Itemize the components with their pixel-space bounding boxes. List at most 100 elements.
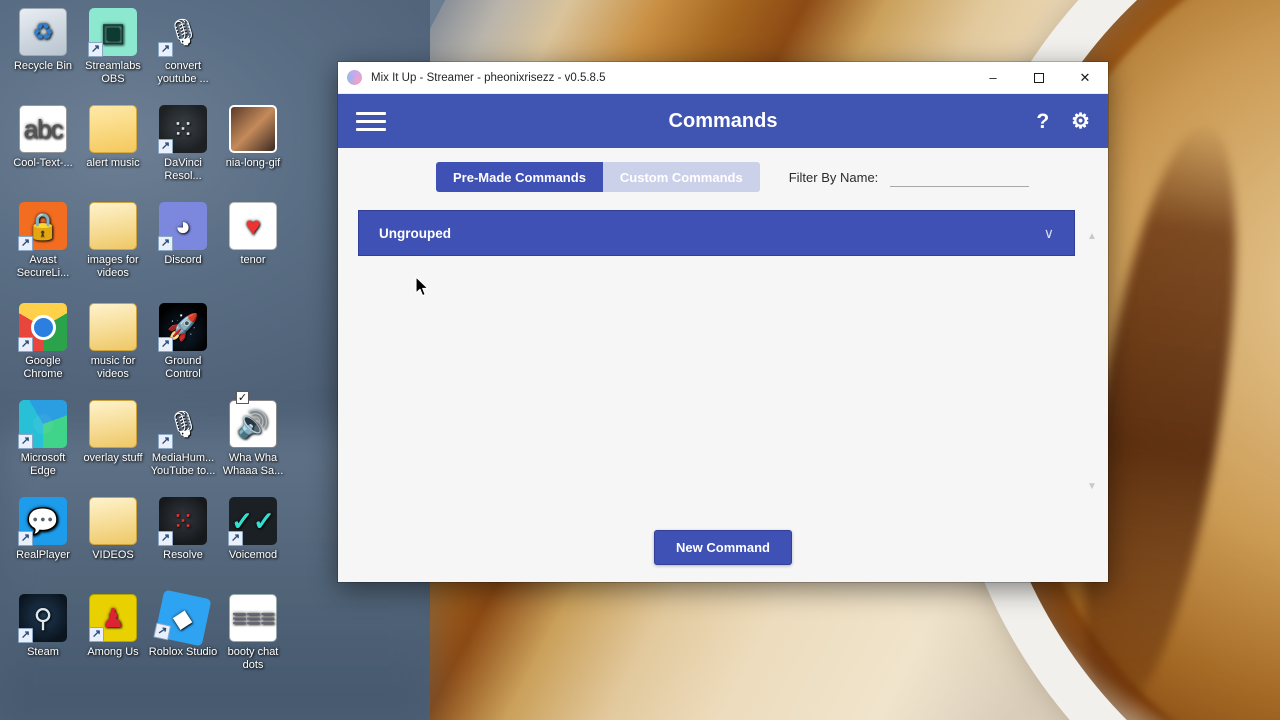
- app-header-bar: Commands ? ⚙: [338, 94, 1108, 148]
- shortcut-overlay-icon: ↗: [18, 628, 33, 643]
- header-actions: ? ⚙: [1036, 111, 1090, 132]
- gear-icon[interactable]: ⚙: [1071, 111, 1090, 132]
- desktop-icon-label: booty chat dots: [227, 646, 279, 671]
- desktop-icon-label: images for videos: [87, 254, 139, 279]
- minimize-button[interactable]: –: [970, 62, 1016, 93]
- text-document-icon: ≡≡≡: [229, 594, 277, 642]
- help-icon[interactable]: ?: [1036, 111, 1049, 132]
- shortcut-overlay-icon: ↗: [18, 434, 33, 449]
- desktop-icon-label: Wha Wha Whaaa Sa...: [222, 452, 284, 477]
- desktop-icon-label: Recycle Bin: [13, 60, 73, 72]
- hamburger-bar-1: [356, 111, 386, 115]
- commands-scrollbar[interactable]: ▲ ▼: [1084, 218, 1100, 508]
- desktop-icon-davinci-resol[interactable]: ⁙ ↗ DaVinci Resol...: [148, 105, 218, 183]
- desktop-icon-label: Roblox Studio: [148, 646, 218, 658]
- commands-toolbar: Pre-Made Commands Custom Commands Filter…: [338, 148, 1108, 192]
- scroll-down-arrow-icon[interactable]: ▼: [1084, 478, 1100, 494]
- commands-list-area: Ungrouped ∨ ▲ ▼: [358, 210, 1097, 512]
- overlay-folder-icon: [89, 400, 137, 448]
- desktop-icon-nia-long-gif[interactable]: nia-long-gif: [218, 105, 288, 170]
- window-title: Mix It Up - Streamer - pheonixrisezz - v…: [371, 71, 606, 84]
- desktop-icon-label: Resolve: [163, 549, 203, 561]
- desktop-icon-images-for-videos[interactable]: images for videos: [78, 202, 148, 280]
- selection-checkbox[interactable]: ✓: [236, 391, 249, 404]
- shortcut-overlay-icon: ↗: [228, 531, 243, 546]
- desktop-icon-label: Among Us: [87, 646, 139, 658]
- desktop-icon-label: Avast SecureLi...: [16, 254, 70, 279]
- desktop-icon-avast-secureli[interactable]: 🔒 ↗ Avast SecureLi...: [8, 202, 78, 280]
- tab-pre-made-commands[interactable]: Pre-Made Commands: [436, 162, 603, 192]
- tab-custom-commands[interactable]: Custom Commands: [602, 162, 760, 192]
- desktop-icon-mediahum-youtube-to[interactable]: 🎙 ↗ MediaHum... YouTube to...: [148, 400, 218, 478]
- close-button[interactable]: ✕: [1062, 62, 1108, 93]
- desktop-icon-roblox-studio[interactable]: ◆ ↗ Roblox Studio: [148, 589, 218, 659]
- roblox-studio-icon: ◆ ↗: [153, 589, 212, 647]
- shortcut-overlay-icon: ↗: [158, 531, 173, 546]
- window-footer: New Command: [338, 512, 1108, 582]
- desktop-icon-steam[interactable]: ⚲ ↗ Steam: [8, 594, 78, 659]
- desktop-icon-microsoft-edge[interactable]: ↗ Microsoft Edge: [8, 400, 78, 478]
- desktop-icon-label: Streamlabs OBS: [85, 60, 141, 85]
- hamburger-menu-icon[interactable]: [356, 111, 386, 131]
- convert-youtube-icon: 🎙 ↗: [158, 8, 207, 57]
- desktop-icon-voicemod[interactable]: ✓✓ ↗ Voicemod: [218, 497, 288, 562]
- chevron-down-icon: ∨: [1043, 224, 1054, 241]
- recycle-bin-icon: [19, 8, 67, 56]
- desktop-icon-overlay-stuff[interactable]: overlay stuff: [78, 400, 148, 465]
- desktop-icon-label: RealPlayer: [16, 549, 70, 561]
- filter-by-name-input[interactable]: [890, 167, 1030, 187]
- desktop-icon-label: overlay stuff: [83, 452, 143, 464]
- desktop-icon-google-chrome[interactable]: ↗ Google Chrome: [8, 303, 78, 381]
- shortcut-overlay-icon: ↗: [153, 622, 172, 641]
- window-content: Pre-Made Commands Custom Commands Filter…: [338, 148, 1108, 582]
- avast-secureline-icon: 🔒 ↗: [18, 202, 67, 251]
- realplayer-icon: 💬 ↗: [18, 497, 67, 546]
- desktop-icon-tenor[interactable]: ♥ tenor: [218, 202, 288, 267]
- maximize-button[interactable]: [1016, 62, 1062, 93]
- scroll-up-arrow-icon[interactable]: ▲: [1084, 228, 1100, 244]
- desktop-icon-cool-text[interactable]: abc Cool-Text-...: [8, 105, 78, 170]
- images-folder-icon: [89, 202, 137, 250]
- microsoft-edge-icon: ↗: [18, 400, 67, 449]
- desktop-icon-label: VIDEOS: [92, 549, 134, 561]
- shortcut-overlay-icon: ↗: [18, 531, 33, 546]
- command-group-label: Ungrouped: [379, 225, 451, 241]
- mix-it-up-window: Mix It Up - Streamer - pheonixrisezz - v…: [338, 62, 1108, 582]
- desktop-icon-music-for-videos[interactable]: music for videos: [78, 303, 148, 381]
- window-title-bar: Mix It Up - Streamer - pheonixrisezz - v…: [338, 62, 1108, 94]
- tenor-icon: ♥: [229, 202, 277, 250]
- desktop-icon-recycle-bin[interactable]: Recycle Bin: [8, 8, 78, 73]
- shortcut-overlay-icon: ↗: [158, 42, 173, 57]
- shortcut-overlay-icon: ↗: [18, 236, 33, 251]
- desktop-icon-booty-chat-dots[interactable]: ≡≡≡ booty chat dots: [218, 594, 288, 672]
- close-icon: ✕: [1079, 69, 1091, 85]
- hamburger-bar-3: [356, 127, 386, 131]
- new-command-button[interactable]: New Command: [654, 529, 792, 565]
- davinci-resolve-icon: ⁙ ↗: [158, 105, 207, 154]
- among-us-icon: ♟ ↗: [89, 594, 137, 642]
- desktop-icon-alert-music[interactable]: alert music: [78, 105, 148, 170]
- streamlabs-obs-icon: ▣ ↗: [88, 8, 137, 57]
- command-group-ungrouped[interactable]: Ungrouped ∨: [358, 210, 1075, 256]
- desktop-icon-resolve[interactable]: ⁙ ↗ Resolve: [148, 497, 218, 562]
- shortcut-overlay-icon: ↗: [18, 337, 33, 352]
- desktop-icon-discord[interactable]: ◕ ↗ Discord: [148, 202, 218, 267]
- desktop-icon-realplayer[interactable]: 💬 ↗ RealPlayer: [8, 497, 78, 562]
- desktop-icon-ground-control[interactable]: 🚀 ↗ Ground Control: [148, 303, 218, 381]
- minimize-icon: –: [989, 70, 997, 85]
- shortcut-overlay-icon: ↗: [158, 236, 173, 251]
- tab-custom-commands-label: Custom Commands: [619, 169, 743, 185]
- wha-wha-sound-icon: 🔊 ✓: [229, 391, 277, 448]
- videos-folder-icon: [89, 497, 137, 545]
- app-icon: [347, 70, 362, 85]
- desktop-icon-label: MediaHum... YouTube to...: [150, 452, 216, 477]
- cool-text-icon: abc: [19, 105, 67, 153]
- alert-music-folder-icon: [89, 105, 137, 153]
- desktop-icon-among-us[interactable]: ♟ ↗ Among Us: [78, 594, 148, 659]
- desktop-icon-convert-youtube[interactable]: 🎙 ↗ convert youtube ...: [148, 8, 218, 86]
- desktop-icon-streamlabs-obs[interactable]: ▣ ↗ Streamlabs OBS: [78, 8, 148, 86]
- desktop-icon-label: convert youtube ...: [157, 60, 209, 85]
- desktop-icon-wha-wha-whaaa-sa[interactable]: 🔊 ✓ Wha Wha Whaaa Sa...: [218, 391, 288, 478]
- google-chrome-icon: ↗: [18, 303, 67, 352]
- desktop-icon-videos[interactable]: VIDEOS: [78, 497, 148, 562]
